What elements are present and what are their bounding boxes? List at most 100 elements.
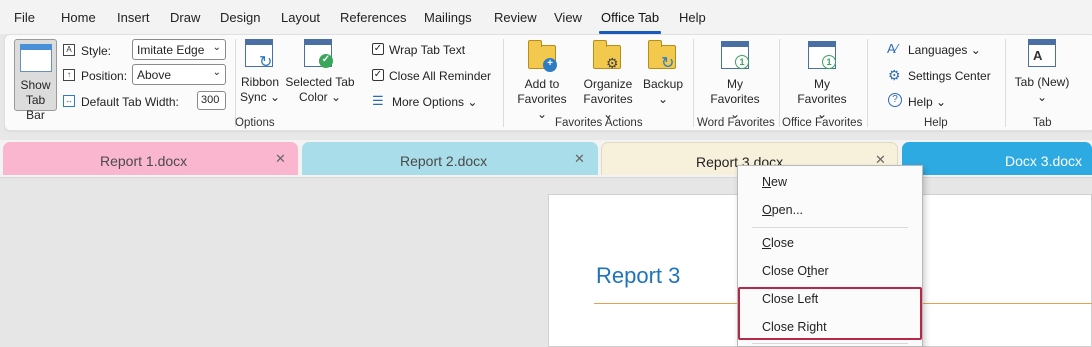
position-select[interactable]: Above ⌄ [132,64,226,85]
backup-label: Backup [643,77,684,91]
wrap-tab-text-label: Wrap Tab Text [389,43,466,57]
document-tab[interactable]: Docx 3.docx [902,142,1092,175]
divider [235,39,236,127]
close-all-reminder-label: Close All Reminder [389,69,492,83]
add-to-favorites-button[interactable]: Add to Favorites ⌄ [511,77,573,122]
ribbon: Show Tab Bar A Style: Imitate Edge ⌄ ↑ P… [4,34,1092,131]
position-value: Above [137,68,172,82]
organize-favorites-button[interactable]: Organize Favorites ⌄ [578,77,638,122]
new-tab-label: Tab (New) [1014,75,1070,89]
document-title: Report 3 [596,263,681,288]
tab-label: Docx 3.docx [1005,153,1083,169]
word-my-favorites-button[interactable]: My Favorites ⌄ [705,77,765,122]
ribbon-sync-label-1: Ribbon [240,75,280,89]
ribbon-sync-icon[interactable]: ↻ [245,39,275,71]
new-tab-button[interactable]: Tab (New) ⌄ [1011,75,1073,105]
menu-item-close-other[interactable]: Close Other [762,264,829,278]
menu-bar: File Home Insert Draw Design Layout Refe… [0,0,1092,34]
show-tab-bar-button[interactable]: Show Tab Bar [14,39,57,122]
menu-item-close[interactable]: Close [762,236,794,250]
position-icon: ↑ [63,69,75,81]
divider [867,39,868,127]
menu-help[interactable]: Help [679,10,706,25]
menu-separator [752,343,908,344]
style-icon: A [63,44,75,56]
divider [693,39,694,127]
divider [503,39,504,127]
chevron-down-icon: ⌄ [1036,90,1048,104]
check-icon: ✓ [319,54,333,68]
close-icon[interactable]: ✕ [275,151,286,167]
document-tab[interactable]: Report 2.docx ✕ [302,142,598,175]
close-icon[interactable]: ✕ [574,151,585,167]
menu-insert[interactable]: Insert [117,10,150,25]
tab-label: Report 1.docx [100,153,188,169]
help-group-label: Help [924,117,948,129]
ribbon-sync-button[interactable]: Ribbon Sync ⌄ [239,75,281,105]
tab-context-menu: New Open... Close Close Other Close Left… [737,165,923,347]
languages-icon: A∕ [887,41,898,56]
menu-layout[interactable]: Layout [281,10,320,25]
document-area: Report 3 [0,178,1092,347]
menu-item-open[interactable]: Open... [762,203,803,217]
add-favorites-label-1: Add to [524,77,560,91]
menu-references[interactable]: References [340,10,406,25]
style-label: Style: [81,44,112,58]
menu-office-tab[interactable]: Office Tab [601,10,659,25]
default-width-input[interactable]: 300 [197,91,226,110]
options-group-label: Options [235,117,275,129]
backup-button[interactable]: Backup ⌄ [643,77,683,107]
style-select[interactable]: Imitate Edge ⌄ [132,39,226,60]
menu-home[interactable]: Home [61,10,96,25]
office-my-favorites-button[interactable]: My Favorites ⌄ [792,77,852,122]
backup-icon[interactable]: ↻ [648,40,678,75]
settings-center-button[interactable]: Settings Center [908,69,991,83]
help-button[interactable]: Help ⌄ [908,95,946,109]
tab-group-label: Tab [1033,117,1052,129]
selected-tab-label-2: Color ⌄ [298,90,342,104]
position-label: Position: [81,69,128,83]
menu-file[interactable]: File [14,10,35,25]
office-favorites-label-1: My [814,77,830,91]
plus-icon: + [543,58,557,72]
document-tab[interactable]: Report 1.docx ✕ [3,142,298,175]
close-all-reminder-checkbox[interactable]: ✓ [372,69,384,81]
tab-label: Report 2.docx [400,153,488,169]
languages-button[interactable]: Languages ⌄ [908,43,981,57]
wrap-tab-text-checkbox[interactable]: ✓ [372,43,384,55]
word-favorites-label-1: My [727,77,743,91]
menu-separator [752,227,908,228]
chevron-down-icon: ⌄ [657,92,669,106]
menu-item-new[interactable]: New [762,175,787,189]
ribbon-sync-label-2: Sync ⌄ [239,90,281,104]
style-value: Imitate Edge [137,43,205,57]
selected-tab-color-button[interactable]: Selected Tab Color ⌄ [285,75,355,105]
menu-mailings[interactable]: Mailings [424,10,472,25]
menu-view[interactable]: View [554,10,582,25]
chevron-down-icon: ⌄ [212,42,221,53]
sync-icon: ↻ [661,55,675,72]
settings-center-icon: ⚙ [888,67,901,83]
number-one-icon: 1 [735,55,749,69]
menu-review[interactable]: Review [494,10,537,25]
organize-favorites-icon[interactable]: ⚙ [593,40,623,75]
menu-design[interactable]: Design [220,10,260,25]
organize-favorites-label-1: Organize [583,77,633,91]
gear-icon: ⚙ [606,55,619,71]
chevron-down-icon: ⌄ [212,67,221,78]
selected-tab-color-icon[interactable]: ✓ [304,39,334,69]
number-one-icon: 1 [822,55,836,69]
word-favorites-group-label: Word Favorites [697,117,775,129]
office-favorites-icon[interactable]: 1 [808,41,838,71]
document-tab-bar: Report 1.docx ✕ Report 2.docx ✕ Report 3… [0,140,1092,178]
word-favorites-icon[interactable]: 1 [721,41,751,71]
highlight-box [738,287,922,340]
new-tab-icon[interactable]: A [1028,39,1058,69]
tab-bar-icon [20,44,52,72]
more-options-icon: ☰ [372,93,384,108]
add-favorites-icon[interactable]: + [528,40,558,75]
office-favorites-group-label: Office Favorites [782,117,863,129]
help-icon: ? [888,93,902,107]
menu-draw[interactable]: Draw [170,10,200,25]
more-options-button[interactable]: More Options ⌄ [392,95,477,109]
